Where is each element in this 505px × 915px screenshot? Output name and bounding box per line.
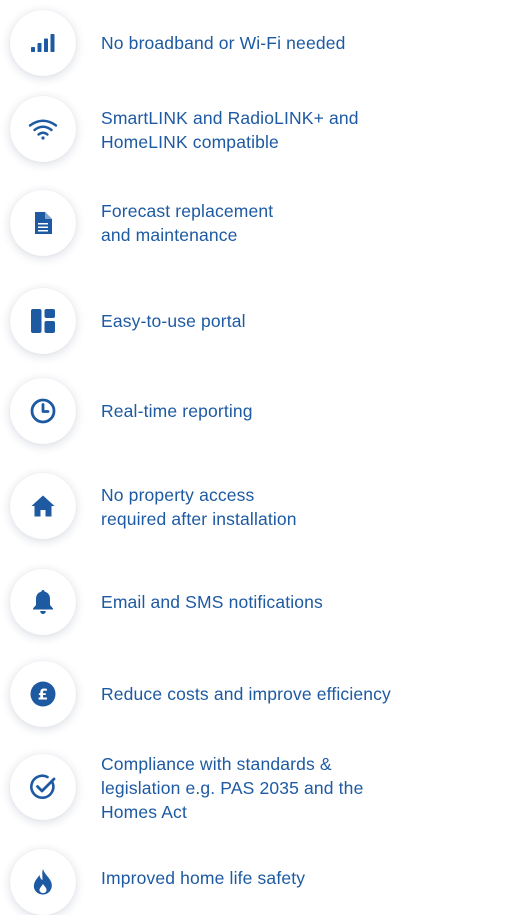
feature-item-safety: Improved home life safety — [0, 849, 505, 915]
feature-label: No property access required after instal… — [101, 485, 297, 529]
feature-item-reporting: Real-time reporting — [0, 378, 505, 444]
feature-label: No broadband or Wi-Fi needed — [101, 33, 346, 53]
flame-icon — [10, 849, 76, 915]
feature-item-forecast: Forecast replacement and maintenance — [0, 190, 505, 256]
feature-item-reduce-costs: £ Reduce costs and improve efficiency — [0, 661, 505, 727]
feature-item-portal: Easy-to-use portal — [0, 288, 505, 354]
feature-item-compliance: Compliance with standards & legislation … — [0, 754, 505, 822]
feature-item-notifications: Email and SMS notifications — [0, 569, 505, 635]
bell-icon — [10, 569, 76, 635]
feature-list: No broadband or Wi-Fi needed SmartLINK a… — [0, 0, 505, 915]
pound-coin-icon: £ — [10, 661, 76, 727]
dashboard-icon — [10, 288, 76, 354]
feature-label: SmartLINK and RadioLINK+ and HomeLINK co… — [101, 108, 359, 152]
feature-label: Real-time reporting — [101, 401, 253, 421]
home-icon — [10, 473, 76, 539]
feature-label: Forecast replacement and maintenance — [101, 201, 274, 245]
document-icon — [10, 190, 76, 256]
feature-item-compatible: SmartLINK and RadioLINK+ and HomeLINK co… — [0, 96, 505, 162]
feature-item-no-broadband: No broadband or Wi-Fi needed — [0, 10, 505, 76]
svg-text:£: £ — [38, 686, 48, 704]
feature-item-no-access: No property access required after instal… — [0, 473, 505, 539]
clock-icon — [10, 378, 76, 444]
feature-label: Compliance with standards & legislation … — [101, 754, 364, 822]
feature-label: Reduce costs and improve efficiency — [101, 684, 391, 704]
feature-label: Email and SMS notifications — [101, 592, 323, 612]
feature-label: Easy-to-use portal — [101, 311, 246, 331]
wifi-icon — [10, 96, 76, 162]
feature-label: Improved home life safety — [101, 868, 306, 888]
check-circle-icon — [10, 754, 76, 820]
signal-bars-icon — [10, 10, 76, 76]
